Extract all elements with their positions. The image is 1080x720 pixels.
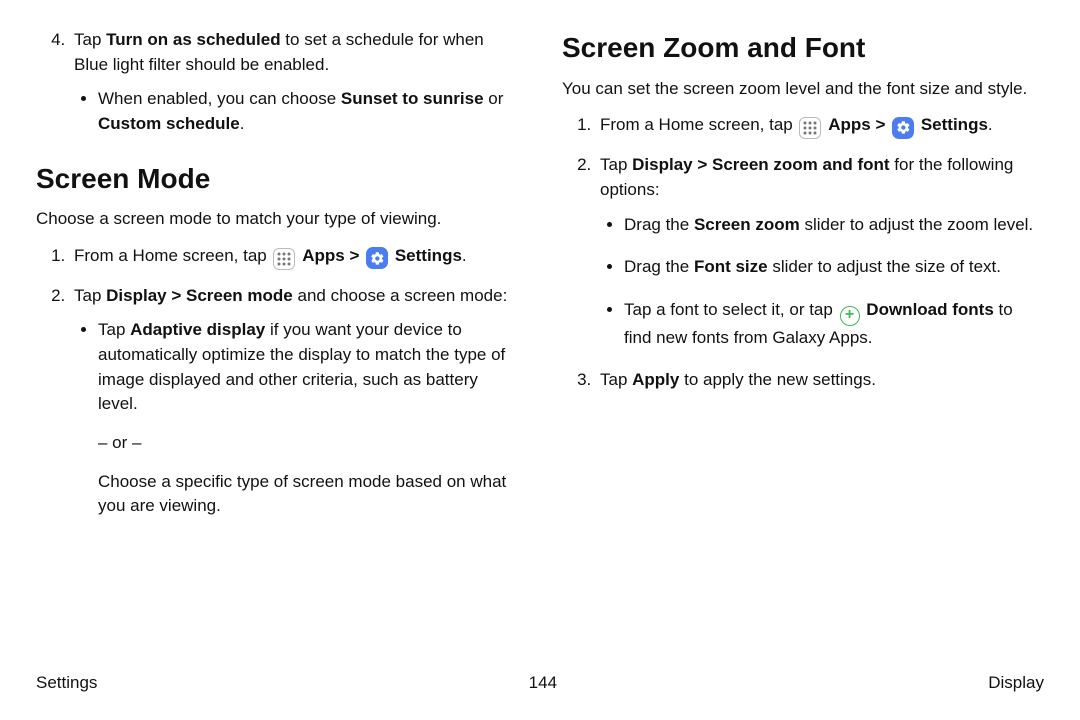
left-column: Tap Turn on as scheduled to set a schedu… <box>36 28 518 537</box>
text: to apply the new settings. <box>679 370 876 389</box>
apps-label: Apps <box>302 246 345 265</box>
text: or <box>484 89 504 108</box>
text: . <box>462 246 467 265</box>
settings-label: Settings <box>921 115 988 134</box>
font-size-bullet: Drag the Font size slider to adjust the … <box>624 255 1044 280</box>
screen-mode-step-2: Tap Display > Screen mode and choose a s… <box>70 284 518 519</box>
text: slider to adjust the zoom level. <box>800 215 1033 234</box>
plus-icon: + <box>840 306 860 326</box>
text: slider to adjust the size of text. <box>768 257 1001 276</box>
screen-mode-sublist: Tap Adaptive display if you want your de… <box>74 318 518 518</box>
bold-download-fonts: Download fonts <box>866 300 993 319</box>
text: Tap a font to select it, or tap <box>624 300 838 319</box>
step-4: Tap Turn on as scheduled to set a schedu… <box>70 28 518 137</box>
screen-mode-intro: Choose a screen mode to match your type … <box>36 207 518 232</box>
text: Tap <box>98 320 130 339</box>
zoom-font-steps: From a Home screen, tap Apps > Settings.… <box>562 113 1044 393</box>
apps-icon <box>799 117 821 139</box>
bold-sunset-to-sunrise: Sunset to sunrise <box>341 89 484 108</box>
download-fonts-bullet: Tap a font to select it, or tap + Downlo… <box>624 298 1044 351</box>
text: and choose a screen mode: <box>293 286 508 305</box>
text: Drag the <box>624 257 694 276</box>
heading-screen-mode: Screen Mode <box>36 159 518 200</box>
footer-page-number: 144 <box>529 671 557 696</box>
screen-mode-steps: From a Home screen, tap Apps > Settings.… <box>36 244 518 519</box>
choose-specific-text: Choose a specific type of screen mode ba… <box>98 470 518 519</box>
footer-left: Settings <box>36 671 97 696</box>
bold-turn-on-scheduled: Turn on as scheduled <box>106 30 280 49</box>
blue-light-steps: Tap Turn on as scheduled to set a schedu… <box>36 28 518 137</box>
adaptive-display-bullet: Tap Adaptive display if you want your de… <box>98 318 518 518</box>
step-4-bullet: When enabled, you can choose Sunset to s… <box>98 87 518 136</box>
bold-font-size: Font size <box>694 257 768 276</box>
zoom-font-step-3: Tap Apply to apply the new settings. <box>596 368 1044 393</box>
right-column: Screen Zoom and Font You can set the scr… <box>562 28 1044 537</box>
chevron: > <box>349 246 359 265</box>
bold-display-screen-mode: Display > Screen mode <box>106 286 293 305</box>
text: Tap <box>600 155 632 174</box>
chevron: > <box>875 115 885 134</box>
screen-mode-step-1: From a Home screen, tap Apps > Settings. <box>70 244 518 270</box>
apps-icon <box>273 248 295 270</box>
settings-icon <box>366 247 388 269</box>
text: . <box>240 114 245 133</box>
text: When enabled, you can choose <box>98 89 341 108</box>
bold-screen-zoom: Screen zoom <box>694 215 800 234</box>
or-divider: – or – <box>98 431 518 456</box>
text: From a Home screen, tap <box>74 246 271 265</box>
zoom-font-sublist: Drag the Screen zoom slider to adjust th… <box>600 213 1044 351</box>
text: Tap <box>600 370 632 389</box>
bold-custom-schedule: Custom schedule <box>98 114 240 133</box>
apps-label: Apps <box>828 115 871 134</box>
footer-right: Display <box>988 671 1044 696</box>
step-4-sublist: When enabled, you can choose Sunset to s… <box>74 87 518 136</box>
text: . <box>988 115 993 134</box>
text: Drag the <box>624 215 694 234</box>
text: Tap <box>74 286 106 305</box>
bold-apply: Apply <box>632 370 679 389</box>
zoom-font-step-2: Tap Display > Screen zoom and font for t… <box>596 153 1044 350</box>
settings-icon <box>892 117 914 139</box>
settings-label: Settings <box>395 246 462 265</box>
zoom-font-step-1: From a Home screen, tap Apps > Settings. <box>596 113 1044 139</box>
bold-display-zoom-font: Display > Screen zoom and font <box>632 155 889 174</box>
zoom-font-intro: You can set the screen zoom level and th… <box>562 77 1044 102</box>
text: Tap <box>74 30 106 49</box>
bold-adaptive-display: Adaptive display <box>130 320 265 339</box>
screen-zoom-bullet: Drag the Screen zoom slider to adjust th… <box>624 213 1044 238</box>
heading-screen-zoom-font: Screen Zoom and Font <box>562 28 1044 69</box>
page-footer: Settings 144 Display <box>36 671 1044 696</box>
text: From a Home screen, tap <box>600 115 797 134</box>
